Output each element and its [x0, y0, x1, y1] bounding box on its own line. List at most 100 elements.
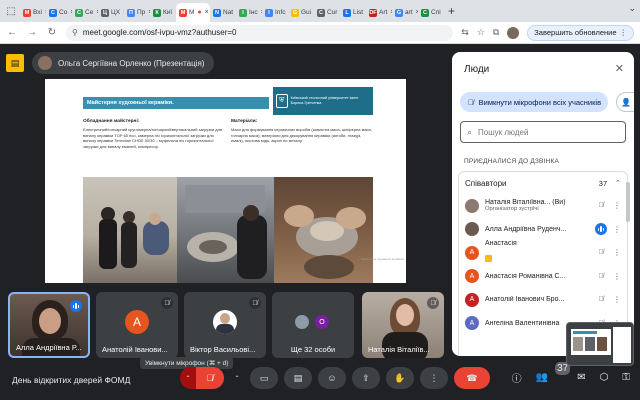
browser-tab[interactable]: LList×	[340, 3, 366, 22]
more-vert-icon[interactable]: ⋮	[613, 295, 621, 304]
mic-options-button[interactable]: ⌃	[180, 367, 196, 389]
mic-off-icon[interactable]: 🎙̸	[595, 202, 607, 209]
tab-label: Інс	[249, 9, 258, 16]
browser-tab[interactable]: GGui×	[288, 3, 314, 22]
browser-tab[interactable]: DFArt×	[366, 3, 392, 22]
browser-tab[interactable]: MВхі×	[20, 3, 46, 22]
reload-icon[interactable]: ↻	[46, 27, 58, 38]
participant-tile-more[interactable]: О Ще 32 особи	[272, 292, 354, 358]
bookmark-star-icon[interactable]: ☆	[477, 27, 485, 38]
profile-avatar[interactable]	[507, 26, 520, 39]
speaking-indicator-icon[interactable]	[595, 223, 607, 236]
participant-tile[interactable]: 🎙̸ А Анатолій Іванови...	[96, 292, 178, 358]
browser-tab[interactable]: CCo×	[46, 3, 72, 22]
site-info-icon[interactable]: ⚲	[72, 28, 78, 37]
meeting-title: День відкритих дверей ФОМД	[12, 375, 131, 385]
participant-name: Ще 32 особи	[290, 345, 336, 354]
new-tab-button[interactable]: +	[448, 4, 455, 18]
update-browser-button[interactable]: Завершить обновление ⋮	[527, 24, 634, 41]
tab-label: Вхі	[33, 9, 42, 16]
info-icon[interactable]: ⓘ	[512, 370, 522, 385]
panel-scrollbar[interactable]	[626, 182, 630, 222]
slide-header: Майстерня художньої кераміки. ⛨ Київськи…	[83, 87, 373, 115]
tab-list-icon[interactable]: ⌄	[628, 3, 636, 14]
participant-name: Анатолій Іванович Бро...	[485, 296, 565, 304]
host-controls-icon[interactable]: ⚿	[622, 372, 630, 383]
browser-tab[interactable]: M М ● ×	[176, 3, 210, 22]
mic-off-icon: 🎙̸	[161, 297, 173, 309]
contributors-group-header[interactable]: Співавтори 37 ⌃	[459, 172, 627, 194]
search-icon: ⌕	[467, 126, 473, 137]
people-icon[interactable]: 👥37	[536, 362, 571, 383]
participant-tile[interactable]: 🎙̸ Віктор Васильові...	[184, 292, 266, 358]
close-panel-icon[interactable]: ✕	[615, 62, 624, 75]
tab-favicon-icon: П	[127, 8, 135, 17]
more-vert-icon[interactable]: ⋮	[613, 225, 621, 234]
browser-tab[interactable]: NNat×	[210, 3, 236, 22]
more-vert-icon: ⋮	[429, 372, 439, 383]
browser-tab[interactable]: ЦЦХ×	[98, 3, 124, 22]
self-view-thumbnail[interactable]	[566, 322, 634, 366]
browser-tab[interactable]: Gart ×	[392, 3, 418, 22]
present-button[interactable]: ⇪	[352, 367, 380, 389]
tab-favicon-icon: G	[395, 8, 403, 17]
chat-icon[interactable]: ✉	[577, 372, 585, 383]
participant-row[interactable]: А Анастасія ✋ 🎙̸ ⋮	[459, 240, 627, 265]
address-bar[interactable]: ⚲ meet.google.com/osf-ivpu-vmz?authuser=…	[66, 24, 454, 41]
forward-icon[interactable]: →	[26, 27, 38, 38]
tab-close-icon[interactable]: ×	[205, 9, 209, 16]
more-vert-icon[interactable]: ⋮	[613, 248, 621, 257]
speaking-indicator-icon	[70, 300, 82, 312]
presenter-label: Ольга Сергіївна Орленко (Презентація)	[58, 58, 205, 68]
browser-tab[interactable]: ІІнс×	[236, 3, 262, 22]
participant-avatar	[465, 198, 479, 213]
browser-tab[interactable]: CCur×	[314, 3, 340, 22]
mic-toggle-button[interactable]: 🎙̸	[196, 367, 224, 389]
captions-button[interactable]: ▤	[284, 367, 312, 389]
emoji-button[interactable]: ☺	[318, 367, 346, 389]
more-options-button[interactable]: ⋮	[420, 367, 448, 389]
browser-tab[interactable]: ССпі×	[418, 3, 444, 22]
more-vert-icon[interactable]: ⋮	[613, 272, 621, 281]
participant-row[interactable]: А Анатолій Іванович Бро... 🎙̸ ⋮	[459, 288, 627, 312]
tab-search-icon[interactable]: ⬚	[2, 2, 20, 20]
mic-off-icon[interactable]: 🎙̸	[595, 296, 607, 303]
browser-tab[interactable]: ССе×	[72, 3, 98, 22]
leave-call-button[interactable]: ☎	[454, 367, 490, 389]
mic-off-icon[interactable]: 🎙̸	[595, 249, 607, 256]
more-vert-icon[interactable]: ⋮	[613, 201, 621, 210]
participant-avatar: О	[315, 315, 329, 329]
slide-equipment-heading: Обладнання майстерні:	[83, 119, 140, 124]
extensions-icon[interactable]: ⧉	[493, 27, 499, 38]
people-search-input[interactable]	[478, 127, 609, 137]
activities-icon[interactable]: ⬡	[600, 372, 609, 383]
raise-hand-button[interactable]: ✋	[386, 367, 414, 389]
slide-photo-workshop-group	[83, 177, 177, 283]
participant-name: Віктор Васильові...	[190, 345, 256, 354]
participant-row[interactable]: Алла Андріївна Руденч... ⋮	[459, 218, 627, 242]
mic-off-icon[interactable]: 🎙̸	[595, 273, 607, 280]
mic-off-icon: 🎙̸	[249, 297, 261, 309]
browser-tab[interactable]: ППр×	[124, 3, 150, 22]
presented-slide: Майстерня художньої кераміки. ⛨ Київськи…	[45, 79, 406, 283]
participant-name: Анастасія	[485, 240, 517, 248]
participant-tile[interactable]: 🎙̸ Наталія Віталіїв...	[362, 292, 444, 358]
participant-info: Анастасія Романівна С...	[485, 273, 589, 280]
camera-toggle-button[interactable]: ▭	[250, 367, 278, 389]
participant-row[interactable]: А Анастасія Романівна С... 🎙̸ ⋮	[459, 265, 627, 289]
back-icon[interactable]: ←	[6, 27, 18, 38]
translate-icon[interactable]: ⇆	[461, 27, 469, 38]
browser-tab[interactable]: ККиї×	[150, 3, 176, 22]
tab-favicon-icon: С	[75, 8, 83, 17]
participant-row[interactable]: Наталія Віталіївна... (Ви) Організатор зу…	[459, 194, 627, 218]
presenter-avatar	[38, 56, 52, 70]
slide-text-columns: Обладнання майстерні: Електричний/гончар…	[83, 119, 373, 177]
presenter-chip[interactable]: Ольга Сергіївна Орленко (Презентація)	[32, 52, 215, 74]
browser-tab[interactable]: IInfc×	[262, 3, 288, 22]
tab-favicon-icon: G	[291, 8, 299, 17]
university-name: Київський столичний університет імені Бо…	[290, 96, 359, 105]
participant-tile[interactable]: Алла Андріївна Р...	[8, 292, 90, 358]
add-people-button[interactable]: 👤	[616, 92, 634, 112]
mute-all-button[interactable]: 🎙̸ Вимкнути мікрофони всіх учасників	[460, 92, 608, 112]
camera-options-button[interactable]: ⌃	[230, 367, 244, 389]
